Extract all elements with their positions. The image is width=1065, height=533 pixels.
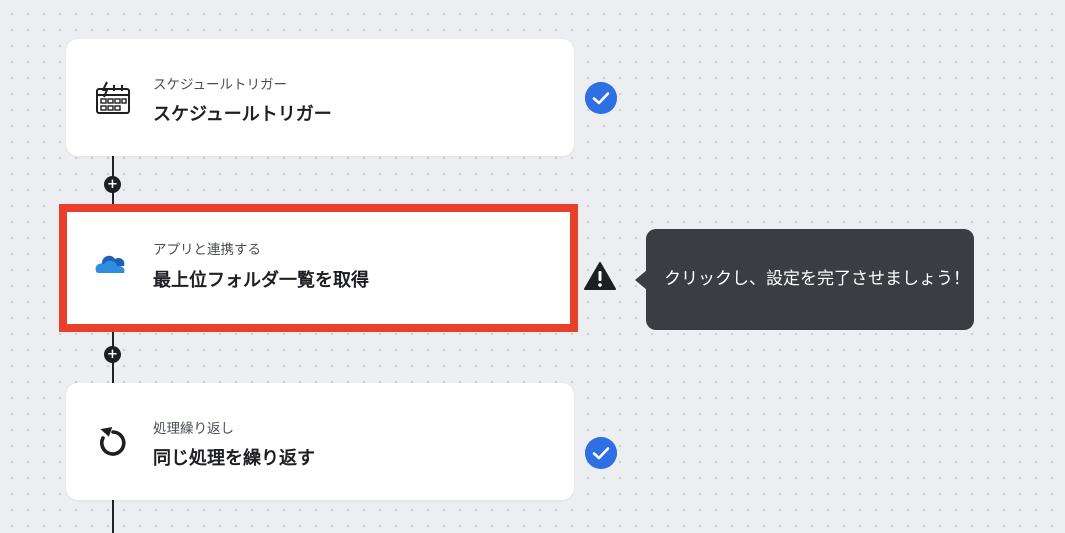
- check-complete-icon: [585, 82, 617, 114]
- flow-step-card-loop[interactable]: 処理繰り返し 同じ処理を繰り返す: [66, 383, 574, 500]
- flow-step-card-list-folders[interactable]: アプリと連携する 最上位フォルダ一覧を取得: [59, 204, 578, 332]
- schedule-calendar-icon: [96, 81, 130, 114]
- warning-icon: [584, 262, 616, 290]
- tooltip-complete-setup: クリックし、設定を完了させましょう！: [635, 229, 974, 330]
- tooltip-text: クリックし、設定を完了させましょう！: [664, 269, 970, 289]
- onedrive-cloud-icon: [95, 255, 125, 273]
- loop-repeat-icon: [100, 427, 126, 456]
- step-type-label: アプリと連携する: [153, 242, 261, 258]
- add-step-button[interactable]: +: [104, 176, 121, 193]
- step-title: 最上位フォルダ一覧を取得: [153, 270, 369, 291]
- step-title: 同じ処理を繰り返す: [153, 448, 315, 469]
- add-step-button[interactable]: +: [104, 346, 121, 363]
- step-title: スケジュールトリガー: [153, 104, 332, 125]
- flow-step-card-schedule-trigger[interactable]: スケジュールトリガー スケジュールトリガー: [66, 39, 574, 156]
- step-type-label: スケジュールトリガー: [153, 77, 288, 93]
- check-complete-icon: [585, 437, 617, 469]
- flow-connector-line: [112, 495, 114, 533]
- step-type-label: 処理繰り返し: [153, 421, 234, 437]
